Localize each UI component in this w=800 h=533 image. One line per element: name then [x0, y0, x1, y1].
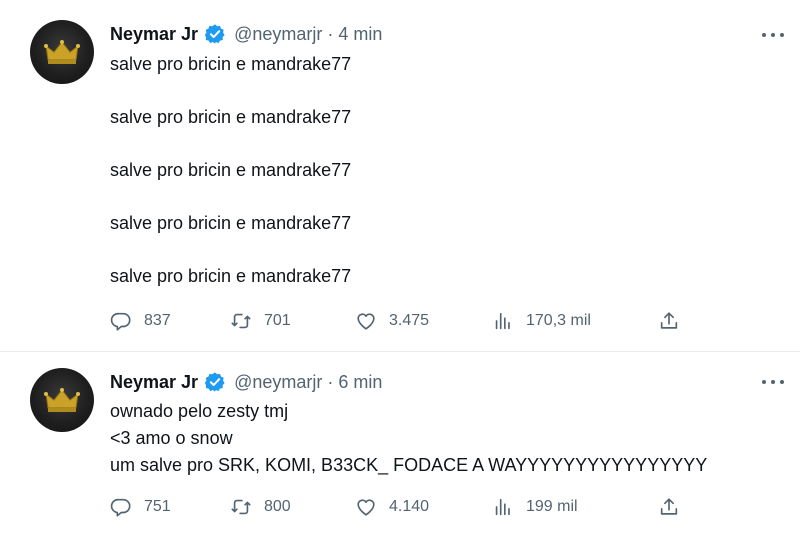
- retweet-button[interactable]: 800: [230, 494, 291, 520]
- verified-icon: [204, 23, 226, 45]
- like-button[interactable]: 3.475: [355, 308, 429, 334]
- tweet-text-line: salve pro bricin e mandrake77: [110, 266, 352, 286]
- tweet-text-line: ownado pelo zesty tmj: [110, 401, 289, 421]
- views-icon: [495, 312, 510, 330]
- retweet-button[interactable]: 701: [230, 308, 291, 334]
- like-button[interactable]: 4.140: [355, 494, 429, 520]
- crown-icon: [44, 40, 80, 64]
- reply-icon: [110, 312, 131, 331]
- like-count: 3.475: [389, 312, 430, 329]
- tweet[interactable]: Neymar Jr @neymarjr · 4 min salve pro br…: [0, 0, 800, 352]
- retweet-icon: [231, 313, 251, 329]
- reply-icon: [110, 498, 131, 517]
- views-icon: [495, 498, 510, 516]
- timestamp[interactable]: 4 min: [338, 24, 382, 45]
- share-icon: [660, 498, 678, 515]
- tweet-text-line: salve pro bricin e mandrake77: [110, 213, 352, 233]
- views-button[interactable]: 199 mil: [492, 494, 578, 520]
- timestamp[interactable]: 6 min: [338, 372, 382, 393]
- reply-count: 751: [144, 498, 171, 515]
- more-icon[interactable]: [762, 30, 784, 40]
- retweet-count: 701: [264, 312, 291, 329]
- views-count: 199 mil: [526, 498, 578, 515]
- retweet-count: 800: [264, 498, 291, 515]
- separator: ·: [327, 23, 334, 44]
- tweet[interactable]: Neymar Jr @neymarjr · 6 min ownado pelo …: [0, 353, 800, 533]
- reply-button[interactable]: 751: [110, 494, 171, 520]
- tweet-actions: 751 800 4.140 199 mil: [110, 494, 690, 520]
- views-button[interactable]: 170,3 mil: [492, 308, 591, 334]
- crown-icon: [44, 388, 80, 412]
- tweet-actions: 837 701 3.475 170,3 mil: [110, 308, 690, 334]
- tweet-text-line: salve pro bricin e mandrake77: [110, 54, 352, 74]
- views-count: 170,3 mil: [526, 312, 591, 329]
- retweet-icon: [231, 499, 251, 515]
- like-icon: [357, 313, 375, 330]
- author-name[interactable]: Neymar Jr: [110, 372, 198, 393]
- tweet-header: Neymar Jr @neymarjr · 4 min: [110, 22, 382, 46]
- tweet-header: Neymar Jr @neymarjr · 6 min: [110, 370, 382, 394]
- author-handle[interactable]: @neymarjr: [234, 24, 322, 45]
- like-count: 4.140: [389, 498, 430, 515]
- more-icon[interactable]: [762, 377, 784, 387]
- tweet-text-line: um salve pro SRK, KOMI, B33CK_ FODACE A …: [110, 455, 708, 475]
- reply-button[interactable]: 837: [110, 308, 171, 334]
- tweet-text-line: <3 amo o snow: [110, 428, 233, 448]
- tweet-text-line: salve pro bricin e mandrake77: [110, 107, 352, 127]
- share-icon: [660, 312, 678, 329]
- avatar[interactable]: [30, 20, 94, 84]
- author-name[interactable]: Neymar Jr: [110, 24, 198, 45]
- verified-icon: [204, 371, 226, 393]
- share-button[interactable]: [658, 494, 680, 520]
- like-icon: [357, 499, 375, 516]
- reply-count: 837: [144, 312, 171, 329]
- tweet-text-line: salve pro bricin e mandrake77: [110, 160, 352, 180]
- separator: ·: [327, 371, 334, 392]
- share-button[interactable]: [658, 308, 680, 334]
- avatar[interactable]: [30, 368, 94, 432]
- author-handle[interactable]: @neymarjr: [234, 372, 322, 393]
